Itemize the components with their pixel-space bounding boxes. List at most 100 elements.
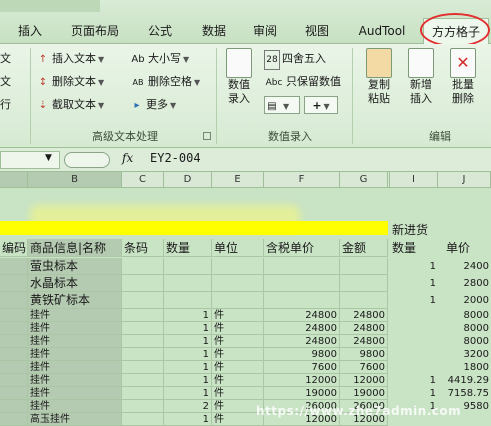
cell-d[interactable]: 2 xyxy=(164,400,212,413)
numeric-entry-button[interactable]: 数值 录入 xyxy=(222,48,256,106)
cell-a[interactable] xyxy=(0,275,28,292)
column-header-c[interactable]: C xyxy=(122,172,164,188)
cell-g[interactable] xyxy=(340,292,388,309)
cell-b[interactable]: 挂件 xyxy=(28,361,122,374)
cell-i[interactable] xyxy=(390,335,438,348)
formula-bar-zoom-slider[interactable] xyxy=(64,152,110,168)
partial-button-2[interactable]: 文 xyxy=(0,73,11,91)
cell-i[interactable]: 1 xyxy=(390,374,438,387)
cell-d[interactable]: 1 xyxy=(164,322,212,335)
column-header-d[interactable]: D xyxy=(164,172,212,188)
header-amount[interactable]: 金额 xyxy=(340,239,388,257)
cell-b[interactable]: 黄铁矿标本 xyxy=(28,292,122,309)
cell-f[interactable] xyxy=(264,275,340,292)
cell-j[interactable]: 2400 xyxy=(438,258,491,275)
tab-audtool[interactable]: AudTool xyxy=(352,18,412,44)
cell-g[interactable]: 19000 xyxy=(340,387,388,400)
cell-a[interactable] xyxy=(0,387,28,400)
header-unit[interactable]: 单位 xyxy=(212,239,264,257)
cell-c[interactable] xyxy=(122,275,164,292)
cell-new-stock-label[interactable]: 新进货 xyxy=(390,221,438,239)
cell-a[interactable] xyxy=(0,258,28,275)
cell-f[interactable] xyxy=(264,258,340,275)
cell-i[interactable] xyxy=(390,361,438,374)
cell-g[interactable] xyxy=(340,275,388,292)
cell-a[interactable] xyxy=(0,292,28,309)
cell-d[interactable]: 1 xyxy=(164,348,212,361)
cell-i[interactable] xyxy=(390,309,438,322)
cell-i[interactable] xyxy=(390,348,438,361)
tab-formulas[interactable]: 公式 xyxy=(140,18,180,44)
cell-b[interactable]: 挂件 xyxy=(28,309,122,322)
dialog-launcher-icon[interactable] xyxy=(203,132,211,140)
tab-data[interactable]: 数据 xyxy=(194,18,234,44)
cell-d[interactable]: 1 xyxy=(164,413,212,426)
header-new-quantity[interactable]: 数量 xyxy=(390,239,438,257)
cell-d[interactable]: 1 xyxy=(164,309,212,322)
tab-page-layout[interactable]: 页面布局 xyxy=(62,18,128,44)
cell-d[interactable] xyxy=(164,275,212,292)
cell-c[interactable] xyxy=(122,309,164,322)
extract-text-button[interactable]: ⇣ 截取文本 ▼ xyxy=(36,96,104,114)
header-barcode[interactable]: 条码 xyxy=(122,239,164,257)
cell-c[interactable] xyxy=(122,322,164,335)
cell-b[interactable]: 萤虫标本 xyxy=(28,258,122,275)
cell-f[interactable] xyxy=(264,292,340,309)
cell-a[interactable] xyxy=(0,413,28,426)
cell-c[interactable] xyxy=(122,292,164,309)
copy-paste-button[interactable]: 复制 粘贴 xyxy=(362,48,396,106)
keep-numbers-button[interactable]: Abc 只保留数值 xyxy=(264,73,341,91)
cell-b[interactable]: 挂件 xyxy=(28,335,122,348)
cell-j[interactable]: 8000 xyxy=(438,322,491,335)
insert-text-button[interactable]: ↑ 插入文本 ▼ xyxy=(36,50,104,68)
cell-g[interactable]: 24800 xyxy=(340,322,388,335)
cell-j[interactable]: 2000 xyxy=(438,292,491,309)
fx-icon[interactable]: fx xyxy=(122,151,133,165)
cell-g[interactable]: 24800 xyxy=(340,309,388,322)
more-button[interactable]: ▸ 更多 ▼ xyxy=(130,96,176,114)
plus-dropdown[interactable]: + ▼ xyxy=(304,96,338,114)
cell-i[interactable] xyxy=(390,322,438,335)
column-header-f[interactable]: F xyxy=(264,172,340,188)
cell-f[interactable]: 19000 xyxy=(264,387,340,400)
cell-e[interactable]: 件 xyxy=(212,322,264,335)
cell-e[interactable] xyxy=(212,258,264,275)
cell-g[interactable]: 12000 xyxy=(340,374,388,387)
cell-g[interactable]: 9800 xyxy=(340,348,388,361)
cell-c[interactable] xyxy=(122,361,164,374)
cell-j[interactable]: 8000 xyxy=(438,309,491,322)
cell-e[interactable]: 件 xyxy=(212,387,264,400)
cell-d[interactable]: 1 xyxy=(164,387,212,400)
cell-g[interactable] xyxy=(340,258,388,275)
cell-b[interactable]: 挂件 xyxy=(28,348,122,361)
cell-f[interactable]: 7600 xyxy=(264,361,340,374)
cell-b[interactable]: 高玉挂件 xyxy=(28,413,122,426)
cell-a[interactable] xyxy=(0,335,28,348)
cell-c[interactable] xyxy=(122,374,164,387)
tab-view[interactable]: 视图 xyxy=(297,18,337,44)
header-product-info[interactable]: 商品信息|名称 xyxy=(28,239,122,257)
cell-e[interactable]: 件 xyxy=(212,361,264,374)
cell-a[interactable] xyxy=(0,361,28,374)
cell-f[interactable]: 9800 xyxy=(264,348,340,361)
cell-c[interactable] xyxy=(122,258,164,275)
cell-e[interactable] xyxy=(212,275,264,292)
cell-d[interactable] xyxy=(164,292,212,309)
header-new-unit-price[interactable]: 单价 xyxy=(438,239,491,257)
column-header-i[interactable]: I xyxy=(390,172,438,188)
cell-a[interactable] xyxy=(0,322,28,335)
cell-a[interactable] xyxy=(0,374,28,387)
quick-access-toolbar[interactable] xyxy=(0,0,100,12)
cell-e[interactable]: 件 xyxy=(212,348,264,361)
batch-delete-button[interactable]: ✕ 批量 删除 xyxy=(446,48,480,106)
tab-fangfang-gezi[interactable]: 方方格子 xyxy=(423,18,489,44)
cell-i[interactable]: 1 xyxy=(390,292,438,309)
cell-b[interactable]: 水晶标本 xyxy=(28,275,122,292)
tab-insert[interactable]: 插入 xyxy=(10,18,50,44)
column-header-a[interactable] xyxy=(0,172,28,188)
cell-j[interactable]: 1800 xyxy=(438,361,491,374)
column-header-j[interactable]: J xyxy=(438,172,491,188)
cell-c[interactable] xyxy=(122,413,164,426)
cell-j[interactable]: 3200 xyxy=(438,348,491,361)
header-quantity[interactable]: 数量 xyxy=(164,239,212,257)
